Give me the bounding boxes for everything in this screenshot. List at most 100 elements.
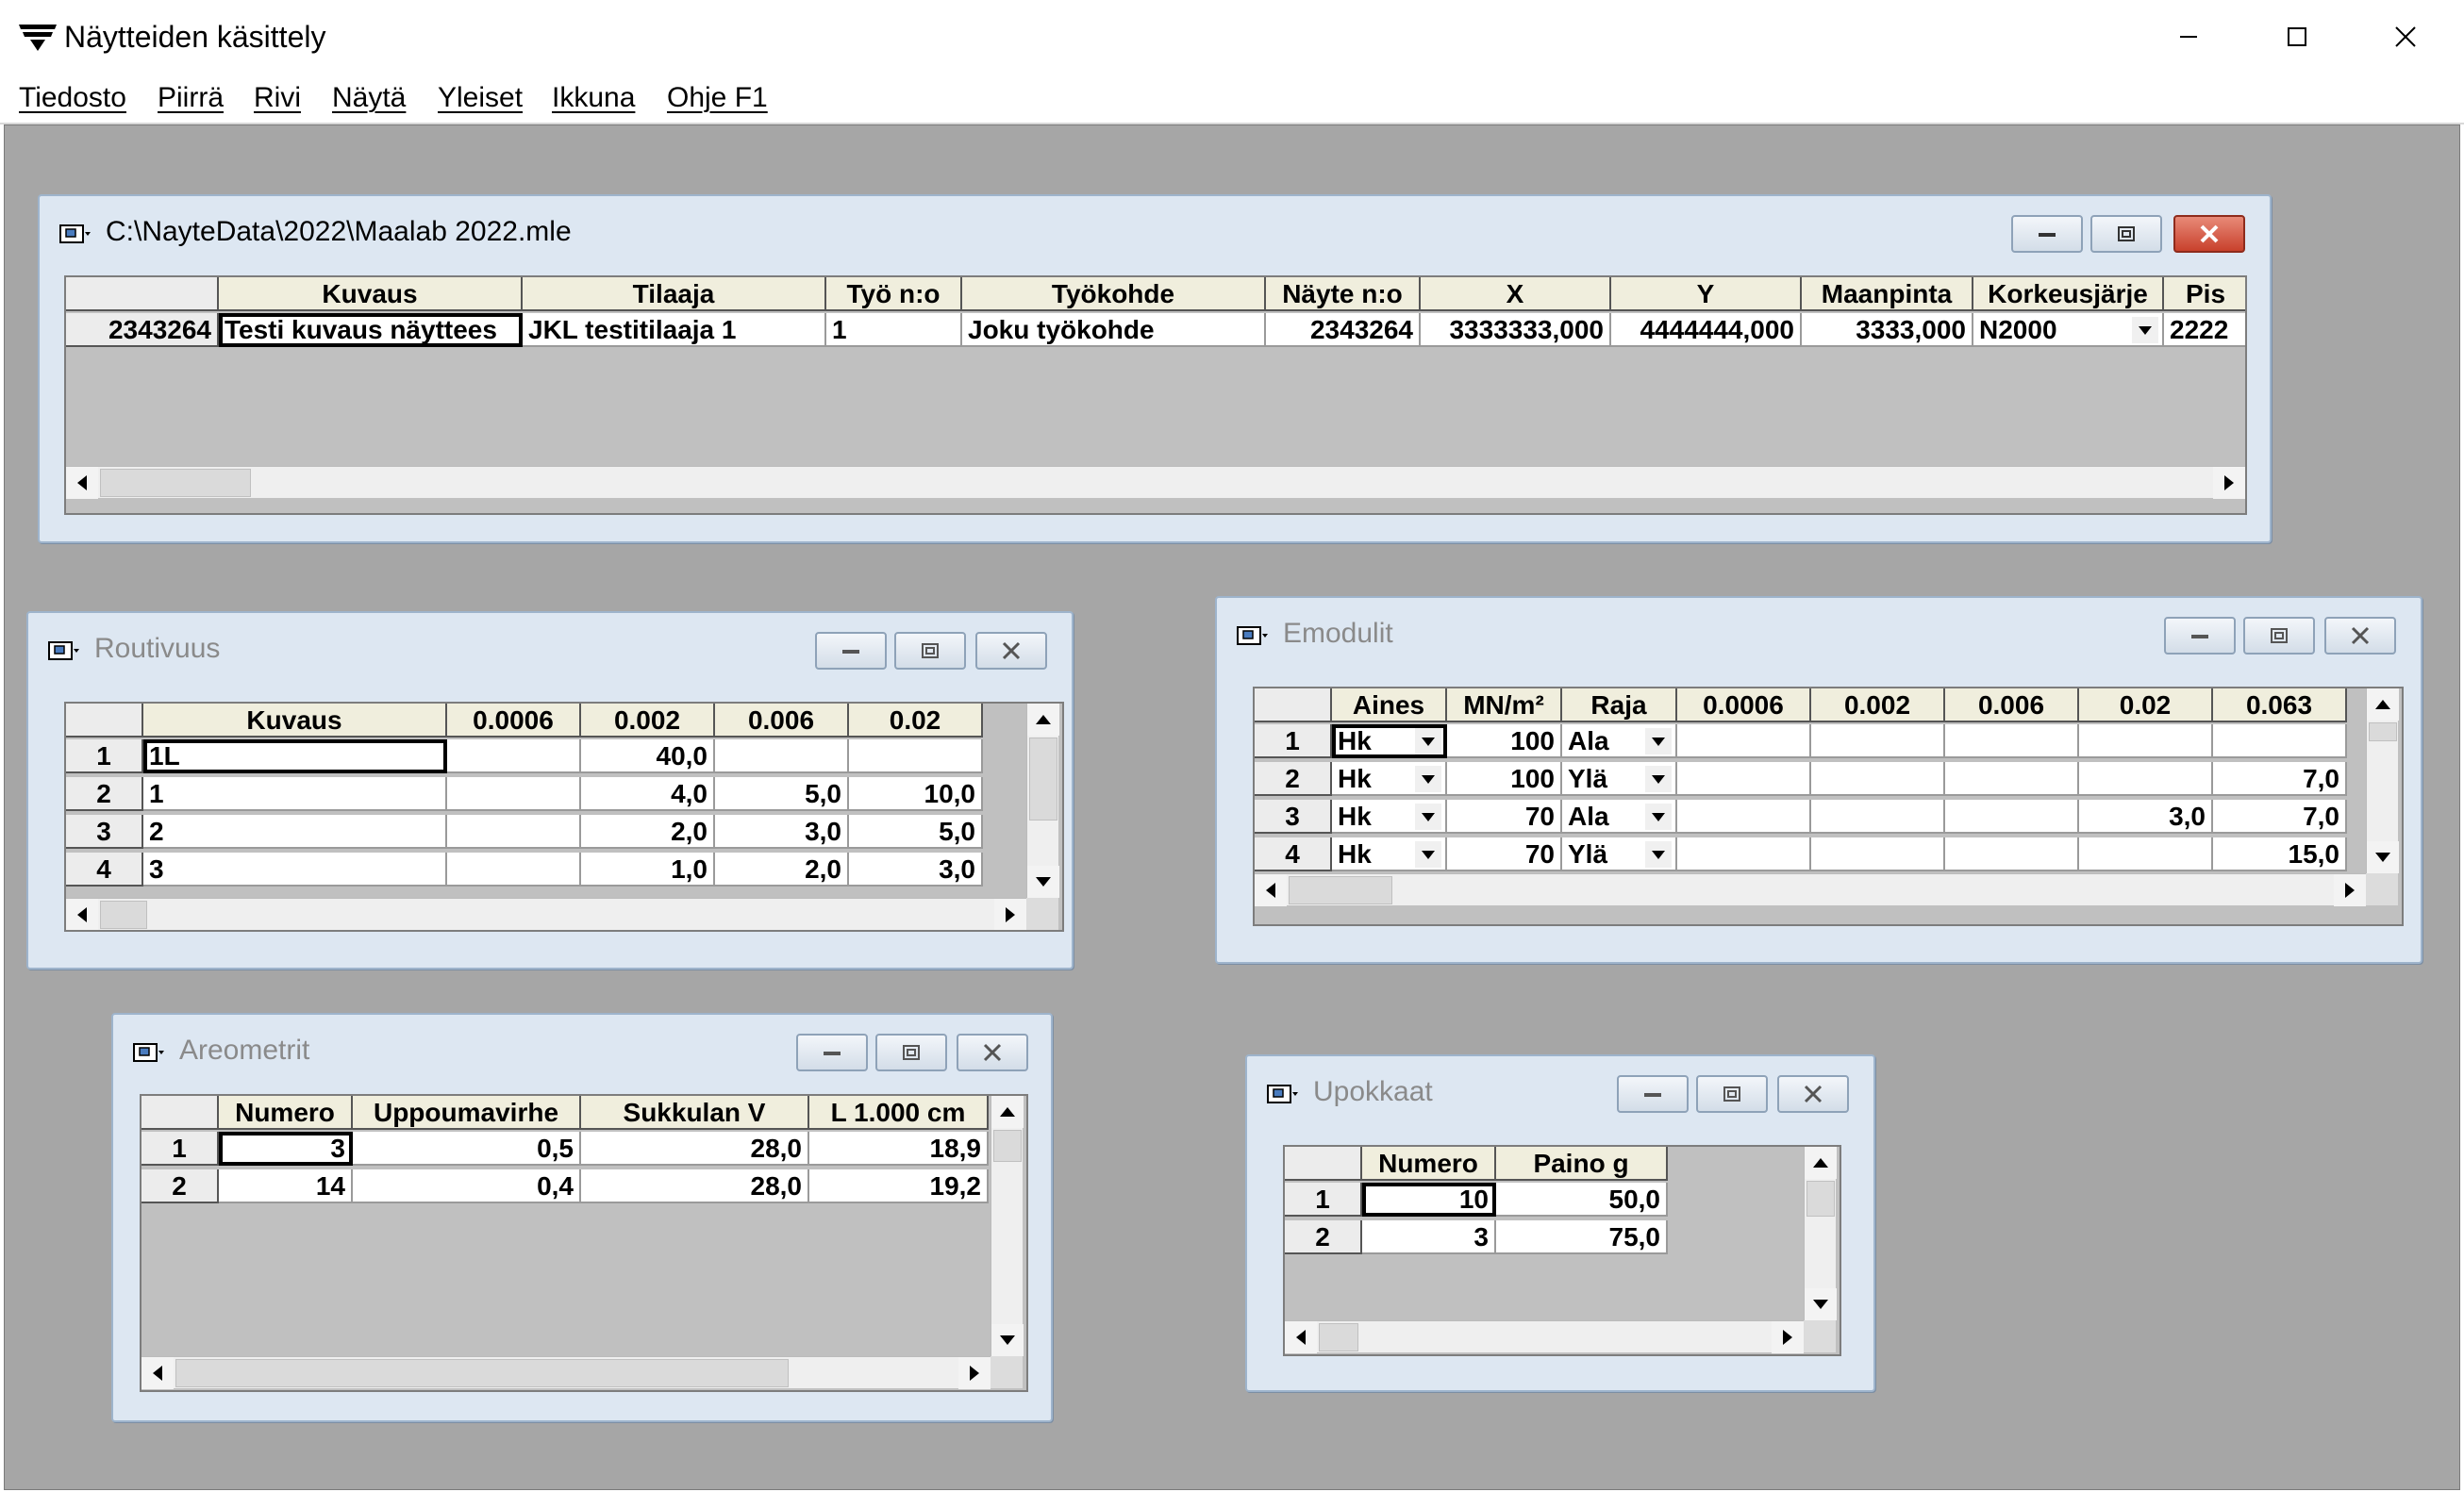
grid-cell[interactable]: [1811, 837, 1945, 871]
grid-cell[interactable]: [1677, 762, 1811, 796]
grid-cell[interactable]: 4444444,000: [1611, 313, 1802, 347]
upokkaat-minimize-button[interactable]: [1617, 1075, 1689, 1113]
grid-cell[interactable]: 1: [826, 313, 962, 347]
grid-cell[interactable]: [1945, 837, 2079, 871]
column-header[interactable]: Y: [1611, 277, 1802, 311]
scroll-down-icon[interactable]: [2367, 841, 2399, 873]
routivuus-caption[interactable]: Routivuus: [28, 613, 1072, 681]
row-header[interactable]: 4: [66, 853, 143, 887]
vertical-scrollbar[interactable]: [991, 1096, 1024, 1356]
grid-cell[interactable]: 3: [219, 1132, 353, 1166]
row-header[interactable]: 2343264: [66, 313, 219, 347]
column-header[interactable]: 0.002: [1811, 688, 1945, 722]
grid-cell[interactable]: 2343264: [1266, 313, 1421, 347]
horizontal-scrollbar[interactable]: [1285, 1320, 1804, 1353]
scroll-thumb[interactable]: [1289, 876, 1392, 904]
scroll-right-icon[interactable]: [994, 899, 1026, 930]
grid-cell-dropdown[interactable]: Hk: [1332, 762, 1447, 796]
upokkaat-close-button[interactable]: [1777, 1075, 1849, 1113]
grid-cell[interactable]: 3,0: [715, 815, 849, 849]
scroll-thumb[interactable]: [175, 1359, 789, 1387]
areometrit-caption[interactable]: Areometrit: [113, 1015, 1051, 1083]
grid-cell[interactable]: 4,0: [581, 777, 715, 811]
grid-cell[interactable]: [447, 777, 581, 811]
grid-cell[interactable]: [1945, 800, 2079, 834]
chevron-down-icon[interactable]: [1645, 728, 1672, 754]
grid-cell[interactable]: [715, 739, 849, 773]
grid-cell-dropdown[interactable]: Ylä: [1562, 762, 1677, 796]
grid-cell[interactable]: 10: [1362, 1183, 1496, 1217]
minimize-button[interactable]: [2134, 0, 2242, 74]
routivuus-close-button[interactable]: [975, 632, 1047, 670]
row-header[interactable]: 1: [66, 739, 143, 773]
column-header[interactable]: Paino g: [1496, 1147, 1668, 1181]
grid-cell[interactable]: 3: [1362, 1220, 1496, 1254]
grid-cell-dropdown[interactable]: Ylä: [1562, 837, 1677, 871]
scroll-thumb[interactable]: [993, 1130, 1022, 1162]
scroll-thumb[interactable]: [100, 901, 147, 929]
emodulit-minimize-button[interactable]: [2164, 617, 2236, 655]
row-header[interactable]: 2: [142, 1169, 219, 1203]
grid-cell[interactable]: 3,0: [849, 853, 983, 887]
areometrit-restore-button[interactable]: [875, 1034, 947, 1071]
column-header[interactable]: Numero: [1362, 1147, 1496, 1181]
grid-cell[interactable]: [1811, 762, 1945, 796]
scroll-up-icon[interactable]: [1027, 704, 1059, 736]
column-header[interactable]: X: [1421, 277, 1611, 311]
row-header[interactable]: 2: [1285, 1220, 1362, 1254]
grid-cell[interactable]: 1L: [143, 739, 447, 773]
grid-cell[interactable]: 40,0: [581, 739, 715, 773]
chevron-down-icon[interactable]: [1645, 841, 1672, 868]
chevron-down-icon[interactable]: [1415, 804, 1441, 830]
column-header[interactable]: Työkohde: [962, 277, 1266, 311]
grid-cell[interactable]: [2213, 724, 2347, 758]
grid-cell[interactable]: 3333333,000: [1421, 313, 1611, 347]
grid-cell[interactable]: 15,0: [2213, 837, 2347, 871]
sample-window-caption[interactable]: C:\NayteData\2022\Maalab 2022.mle: [40, 196, 2270, 264]
grid-cell-dropdown[interactable]: Hk: [1332, 800, 1447, 834]
scroll-down-icon[interactable]: [1805, 1288, 1837, 1320]
horizontal-scrollbar[interactable]: [142, 1356, 991, 1389]
chevron-down-icon[interactable]: [1415, 766, 1441, 792]
column-header[interactable]: Numero: [219, 1096, 353, 1130]
chevron-down-icon[interactable]: [1645, 766, 1672, 792]
scroll-thumb[interactable]: [1029, 738, 1057, 821]
grid-cell[interactable]: [2079, 724, 2213, 758]
column-header[interactable]: MN/m²: [1447, 688, 1562, 722]
vertical-scrollbar[interactable]: [1804, 1147, 1837, 1320]
scroll-thumb[interactable]: [1806, 1181, 1835, 1217]
upokkaat-caption[interactable]: Upokkaat: [1247, 1056, 1873, 1124]
scroll-right-icon[interactable]: [2334, 874, 2366, 906]
grid-cell[interactable]: [447, 853, 581, 887]
grid-cell[interactable]: [1945, 762, 2079, 796]
column-header[interactable]: Raja: [1562, 688, 1677, 722]
grid-cell[interactable]: JKL testitilaaja 1: [523, 313, 826, 347]
horizontal-scrollbar[interactable]: [66, 466, 2245, 499]
menu-rivi[interactable]: Rivi: [254, 79, 301, 117]
scroll-up-icon[interactable]: [2367, 688, 2399, 721]
grid-cell[interactable]: [1677, 837, 1811, 871]
sample-restore-button[interactable]: [2090, 215, 2162, 253]
row-header[interactable]: 2: [66, 777, 143, 811]
grid-cell[interactable]: 2,0: [581, 815, 715, 849]
grid-cell[interactable]: [2079, 837, 2213, 871]
grid-cell[interactable]: 7,0: [2213, 800, 2347, 834]
column-header[interactable]: Aines: [1332, 688, 1447, 722]
menu-tiedosto[interactable]: Tiedosto: [19, 79, 126, 117]
scroll-left-icon[interactable]: [142, 1357, 174, 1389]
maximize-button[interactable]: [2242, 0, 2351, 74]
grid-cell[interactable]: 10,0: [849, 777, 983, 811]
row-header[interactable]: 1: [1255, 724, 1332, 758]
grid-cell[interactable]: 50,0: [1496, 1183, 1668, 1217]
grid-cell[interactable]: [1677, 800, 1811, 834]
grid-cell[interactable]: [447, 815, 581, 849]
column-header[interactable]: 0.002: [581, 704, 715, 738]
grid-cell[interactable]: 14: [219, 1169, 353, 1203]
column-header[interactable]: Pis: [2164, 277, 2245, 311]
emodulit-caption[interactable]: Emodulit: [1217, 598, 2421, 666]
scroll-thumb[interactable]: [2369, 722, 2397, 741]
grid-cell-dropdown[interactable]: Ala: [1562, 724, 1677, 758]
scroll-thumb[interactable]: [1319, 1323, 1358, 1351]
sample-minimize-button[interactable]: [2011, 215, 2083, 253]
menu-yleiset[interactable]: Yleiset: [438, 79, 523, 117]
